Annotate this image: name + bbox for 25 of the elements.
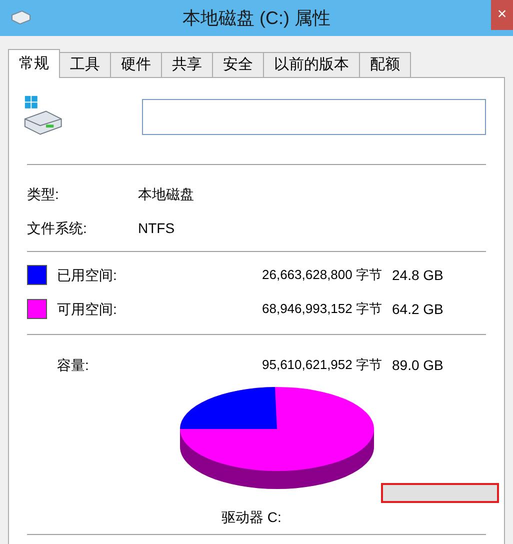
tab[interactable]: 工具 (59, 52, 111, 77)
tab[interactable]: 以前的版本 (263, 52, 360, 77)
tab[interactable]: 硬件 (110, 52, 162, 77)
close-button[interactable]: × (491, 0, 513, 30)
name-field[interactable] (142, 99, 486, 135)
tab[interactable]: 安全 (212, 52, 264, 77)
tab[interactable]: 配额 (359, 52, 411, 77)
space-bytes: 68,946,993,152 字节 (262, 300, 383, 318)
info-label: 文件系统: (27, 218, 88, 238)
info-label: 类型: (27, 184, 60, 204)
tab[interactable]: 共享 (161, 52, 213, 77)
space-size: 64.2 GB (392, 300, 444, 318)
space-label: 已用空间: (57, 266, 118, 284)
capacity-size: 89.0 GB (392, 356, 444, 374)
window-title: 本地磁盘 (C:) 属性 (182, 6, 330, 30)
space-size: 24.8 GB (392, 266, 444, 284)
info-value: NTFS (138, 218, 175, 238)
info-value: 本地磁盘 (138, 184, 194, 204)
capacity-label: 容量: (56, 356, 90, 374)
space-bytes: 26,663,628,800 字节 (262, 266, 383, 284)
drive-label: 驱动器 C: (222, 508, 282, 527)
tab[interactable]: 常规 (8, 49, 60, 78)
capacity-bytes: 95,610,621,952 字节 (262, 356, 383, 374)
space-label: 可用空间: (57, 300, 118, 318)
drive-icon (10, 9, 32, 25)
